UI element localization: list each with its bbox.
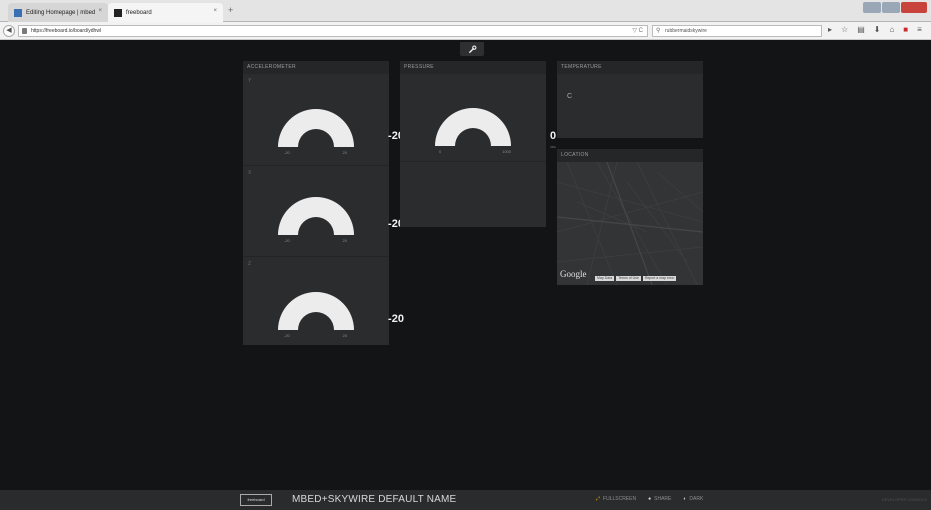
search-text: rubbermaidskywire <box>665 28 707 34</box>
url-text: https://freeboard.io/board/ydhwl <box>31 28 102 34</box>
dark-label: DARK <box>689 496 704 502</box>
google-logo: Google <box>560 269 587 279</box>
toolbar-icons: ▸ ☆ ▤ ⬇ ⌂ ■ ≡ <box>828 25 922 34</box>
gauge-min: 0 <box>439 149 442 154</box>
temperature-value: C <box>567 93 573 100</box>
panel-title: PRESSURE <box>400 61 546 74</box>
location-map[interactable]: Google Map Data Terms of Use Report a ma… <box>557 162 703 285</box>
contrast-icon: ◐ <box>683 496 687 502</box>
share-button[interactable]: ● SHARE <box>648 496 671 502</box>
minimize-icon[interactable] <box>863 2 881 13</box>
report-map-error-link[interactable]: Report a map error <box>642 276 677 281</box>
gauge-z: -20 -20 20 <box>276 289 404 339</box>
panel-title: ACCELEROMETER <box>243 61 389 74</box>
user-icon: ● <box>648 496 652 502</box>
bookmark-star-icon[interactable]: ☆ <box>841 25 848 34</box>
developer-console-link[interactable]: DEVELOPER CONSOLE <box>882 497 927 502</box>
fullscreen-label: FULLSCREEN <box>603 496 637 502</box>
gauge-min: -20 <box>284 333 290 338</box>
menu-icon[interactable]: ≡ <box>917 25 922 34</box>
gauge-label: Z <box>248 261 252 267</box>
map-roads <box>557 162 703 285</box>
browser-tab-bar: Editing Homepage | mbed × freeboard × + <box>0 0 931 22</box>
gauge-label: X <box>248 170 252 176</box>
freeboard-logo[interactable]: freeboard <box>240 494 272 506</box>
search-icon: ⚲ <box>656 28 661 34</box>
download-icon[interactable]: ⬇ <box>874 25 881 34</box>
pressure-gauge: 0 hPa 0 1000 <box>433 105 556 157</box>
gauge-min: -20 <box>284 150 290 155</box>
gauge-max: 20 <box>342 150 347 155</box>
gauge-section-y: Y -20 -20 20 <box>243 74 404 165</box>
lock-icon <box>22 28 27 34</box>
new-tab-icon[interactable]: + <box>228 5 233 15</box>
map-links: Map Data Terms of Use Report a map error <box>595 276 677 281</box>
gauge-min: -20 <box>284 238 290 243</box>
gauge-value: -20 <box>388 313 404 325</box>
dark-toggle-button[interactable]: ◐ DARK <box>683 496 703 502</box>
wrench-icon <box>468 45 476 53</box>
maximize-icon[interactable] <box>882 2 900 13</box>
close-tab-icon[interactable]: × <box>213 8 217 14</box>
location-panel: LOCATION Google Map Data Terms of Use Re… <box>557 149 703 285</box>
gauge-max: 20 <box>342 333 347 338</box>
home-icon[interactable]: ⌂ <box>889 25 894 34</box>
gauge-label: Y <box>248 78 252 84</box>
terms-of-use-link[interactable]: Terms of Use <box>616 276 641 281</box>
pressure-panel: PRESSURE 0 hPa 0 1000 <box>400 61 556 227</box>
browser-nav-bar: ◀ https://freeboard.io/board/ydhwl ▽ C ⚲… <box>0 22 931 40</box>
pressure-empty-section <box>400 161 546 227</box>
gauge-y: -20 -20 20 <box>276 106 404 156</box>
tab-label: freeboard <box>126 9 152 16</box>
reader-icon[interactable]: ▸ <box>828 25 832 34</box>
url-bar[interactable]: https://freeboard.io/board/ydhwl ▽ C <box>18 25 648 37</box>
gauge-section-x: X -20 -20 20 <box>243 165 404 256</box>
mbed-favicon-icon <box>14 8 22 17</box>
gauge-arc <box>278 292 354 330</box>
freeboard-favicon-icon <box>114 8 122 17</box>
window-controls <box>863 2 927 13</box>
reload-icon[interactable]: ▽ C <box>632 26 643 36</box>
wrench-button[interactable] <box>460 42 484 56</box>
panel-title: TEMPERATURE <box>557 61 703 74</box>
gauge-max: 20 <box>342 238 347 243</box>
footer-actions: ⤢ FULLSCREEN ● SHARE ◐ DARK <box>596 496 703 502</box>
gauge-arc <box>278 109 354 147</box>
fullscreen-icon: ⤢ <box>596 496 601 502</box>
share-label: SHARE <box>654 496 672 502</box>
gauge-arc <box>278 197 354 235</box>
tab-freeboard[interactable]: freeboard × <box>108 3 223 22</box>
pocket-icon[interactable]: ■ <box>903 25 908 34</box>
back-arrow-icon[interactable]: ◀ <box>3 25 15 37</box>
gauge-x: -20 -20 20 <box>276 194 404 244</box>
gauge-section-z: Z -20 -20 20 <box>243 256 404 345</box>
dashboard-footer: freeboard MBED+SKYWIRE DEFAULT NAME ⤢ FU… <box>0 490 931 510</box>
close-tab-icon[interactable]: × <box>98 8 102 14</box>
gauge-max: 1000 <box>502 149 511 154</box>
temperature-panel: TEMPERATURE C <box>557 61 703 138</box>
panel-title: LOCATION <box>557 149 703 162</box>
accelerometer-panel: ACCELEROMETER Y -20 -20 20 X -20 -20 20 … <box>243 61 404 345</box>
search-input[interactable]: ⚲ rubbermaidskywire <box>652 25 822 37</box>
dashboard-name[interactable]: MBED+SKYWIRE DEFAULT NAME <box>292 494 456 505</box>
tab-label: Editing Homepage | mbed <box>26 9 96 16</box>
window-close-icon[interactable] <box>901 2 927 13</box>
bookmarks-list-icon[interactable]: ▤ <box>857 25 865 34</box>
map-data-link[interactable]: Map Data <box>595 276 615 281</box>
fullscreen-button[interactable]: ⤢ FULLSCREEN <box>596 496 636 502</box>
gauge-arc <box>435 108 511 146</box>
tab-editing-homepage[interactable]: Editing Homepage | mbed × <box>8 3 108 22</box>
